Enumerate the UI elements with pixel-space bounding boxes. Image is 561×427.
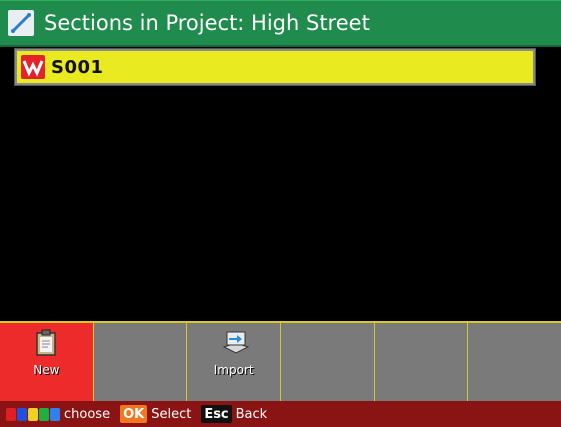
softkey-bar: New Import — [0, 321, 561, 401]
list-item-s001[interactable]: S001 — [14, 48, 536, 86]
pen-icon — [8, 10, 34, 36]
new-label: New — [33, 363, 60, 377]
list-item-label: S001 — [51, 56, 104, 78]
softkey-6[interactable] — [468, 323, 561, 401]
title-bar: Sections in Project: High Street — [0, 0, 561, 47]
color-keys-icon — [6, 407, 60, 421]
new-button[interactable]: New — [0, 323, 94, 401]
import-label: Import — [213, 363, 254, 377]
softkey-4[interactable] — [281, 323, 375, 401]
clipboard-icon — [34, 329, 58, 357]
select-hint: Select — [151, 406, 192, 422]
ok-key-badge: OK — [120, 405, 148, 423]
section-list: S001 — [0, 47, 561, 321]
section-icon — [21, 55, 45, 79]
status-bar: choose OK Select Esc Back — [0, 401, 561, 427]
softkey-5[interactable] — [374, 323, 469, 401]
back-hint: Back — [235, 406, 268, 422]
import-button[interactable]: Import — [187, 323, 282, 401]
choose-hint: choose — [64, 406, 111, 422]
softkey-2[interactable] — [93, 323, 188, 401]
page-title: Sections in Project: High Street — [44, 11, 370, 35]
esc-key-badge: Esc — [201, 405, 232, 423]
import-icon — [222, 329, 249, 357]
